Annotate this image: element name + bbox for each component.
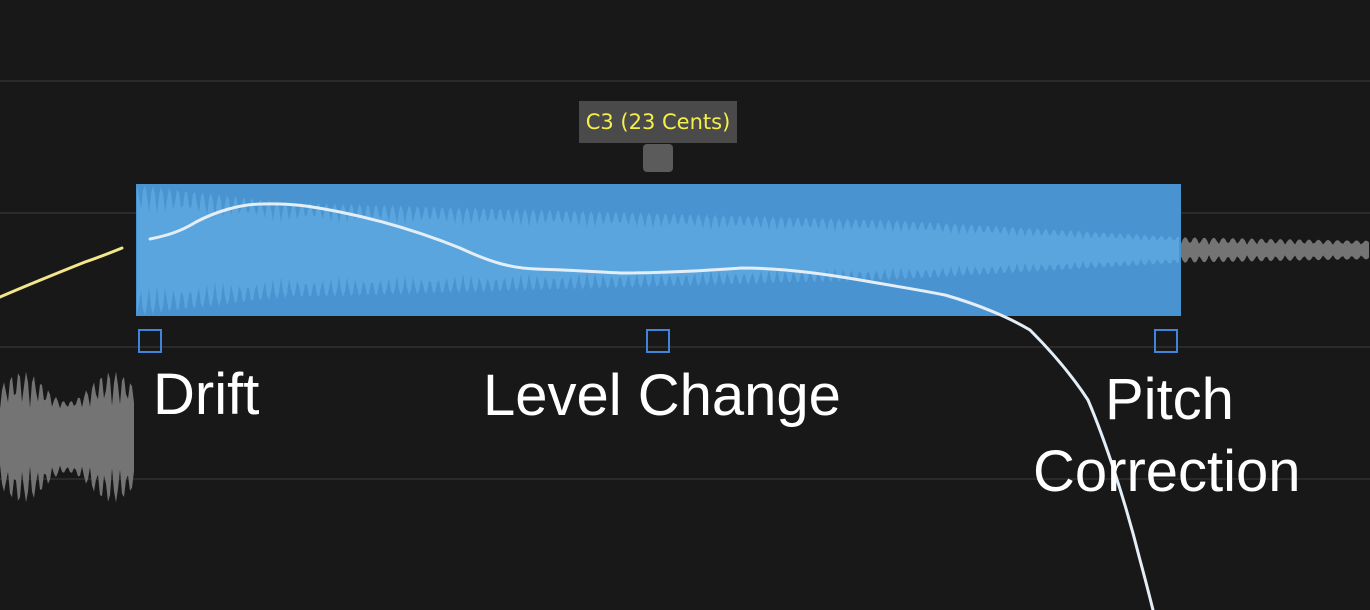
drift-label: Drift: [153, 362, 260, 427]
pitch-correction-handle[interactable]: [1154, 329, 1178, 353]
level-change-handle[interactable]: [646, 329, 670, 353]
level-change-label: Level Change: [483, 363, 841, 428]
note-tail-waveform: [1181, 237, 1369, 263]
note-tail-waveform-shape: [1181, 237, 1369, 263]
pitch-editor-canvas[interactable]: C3 (23 Cents) Drift Level Change Pitch C…: [0, 0, 1370, 610]
pitch-tooltip: C3 (23 Cents): [579, 101, 737, 143]
drift-handle[interactable]: [138, 329, 162, 353]
previous-note-waveform-shape: [0, 371, 134, 503]
previous-note-pitch-curve[interactable]: [0, 246, 124, 299]
pitch-grab-handle-icon[interactable]: [643, 144, 673, 172]
pitch-correction-label-line2: Correction: [1033, 439, 1301, 504]
note-artwork: [0, 184, 1369, 610]
previous-note-waveform[interactable]: [0, 371, 134, 503]
pitch-correction-label-line1: Pitch: [1105, 367, 1234, 432]
